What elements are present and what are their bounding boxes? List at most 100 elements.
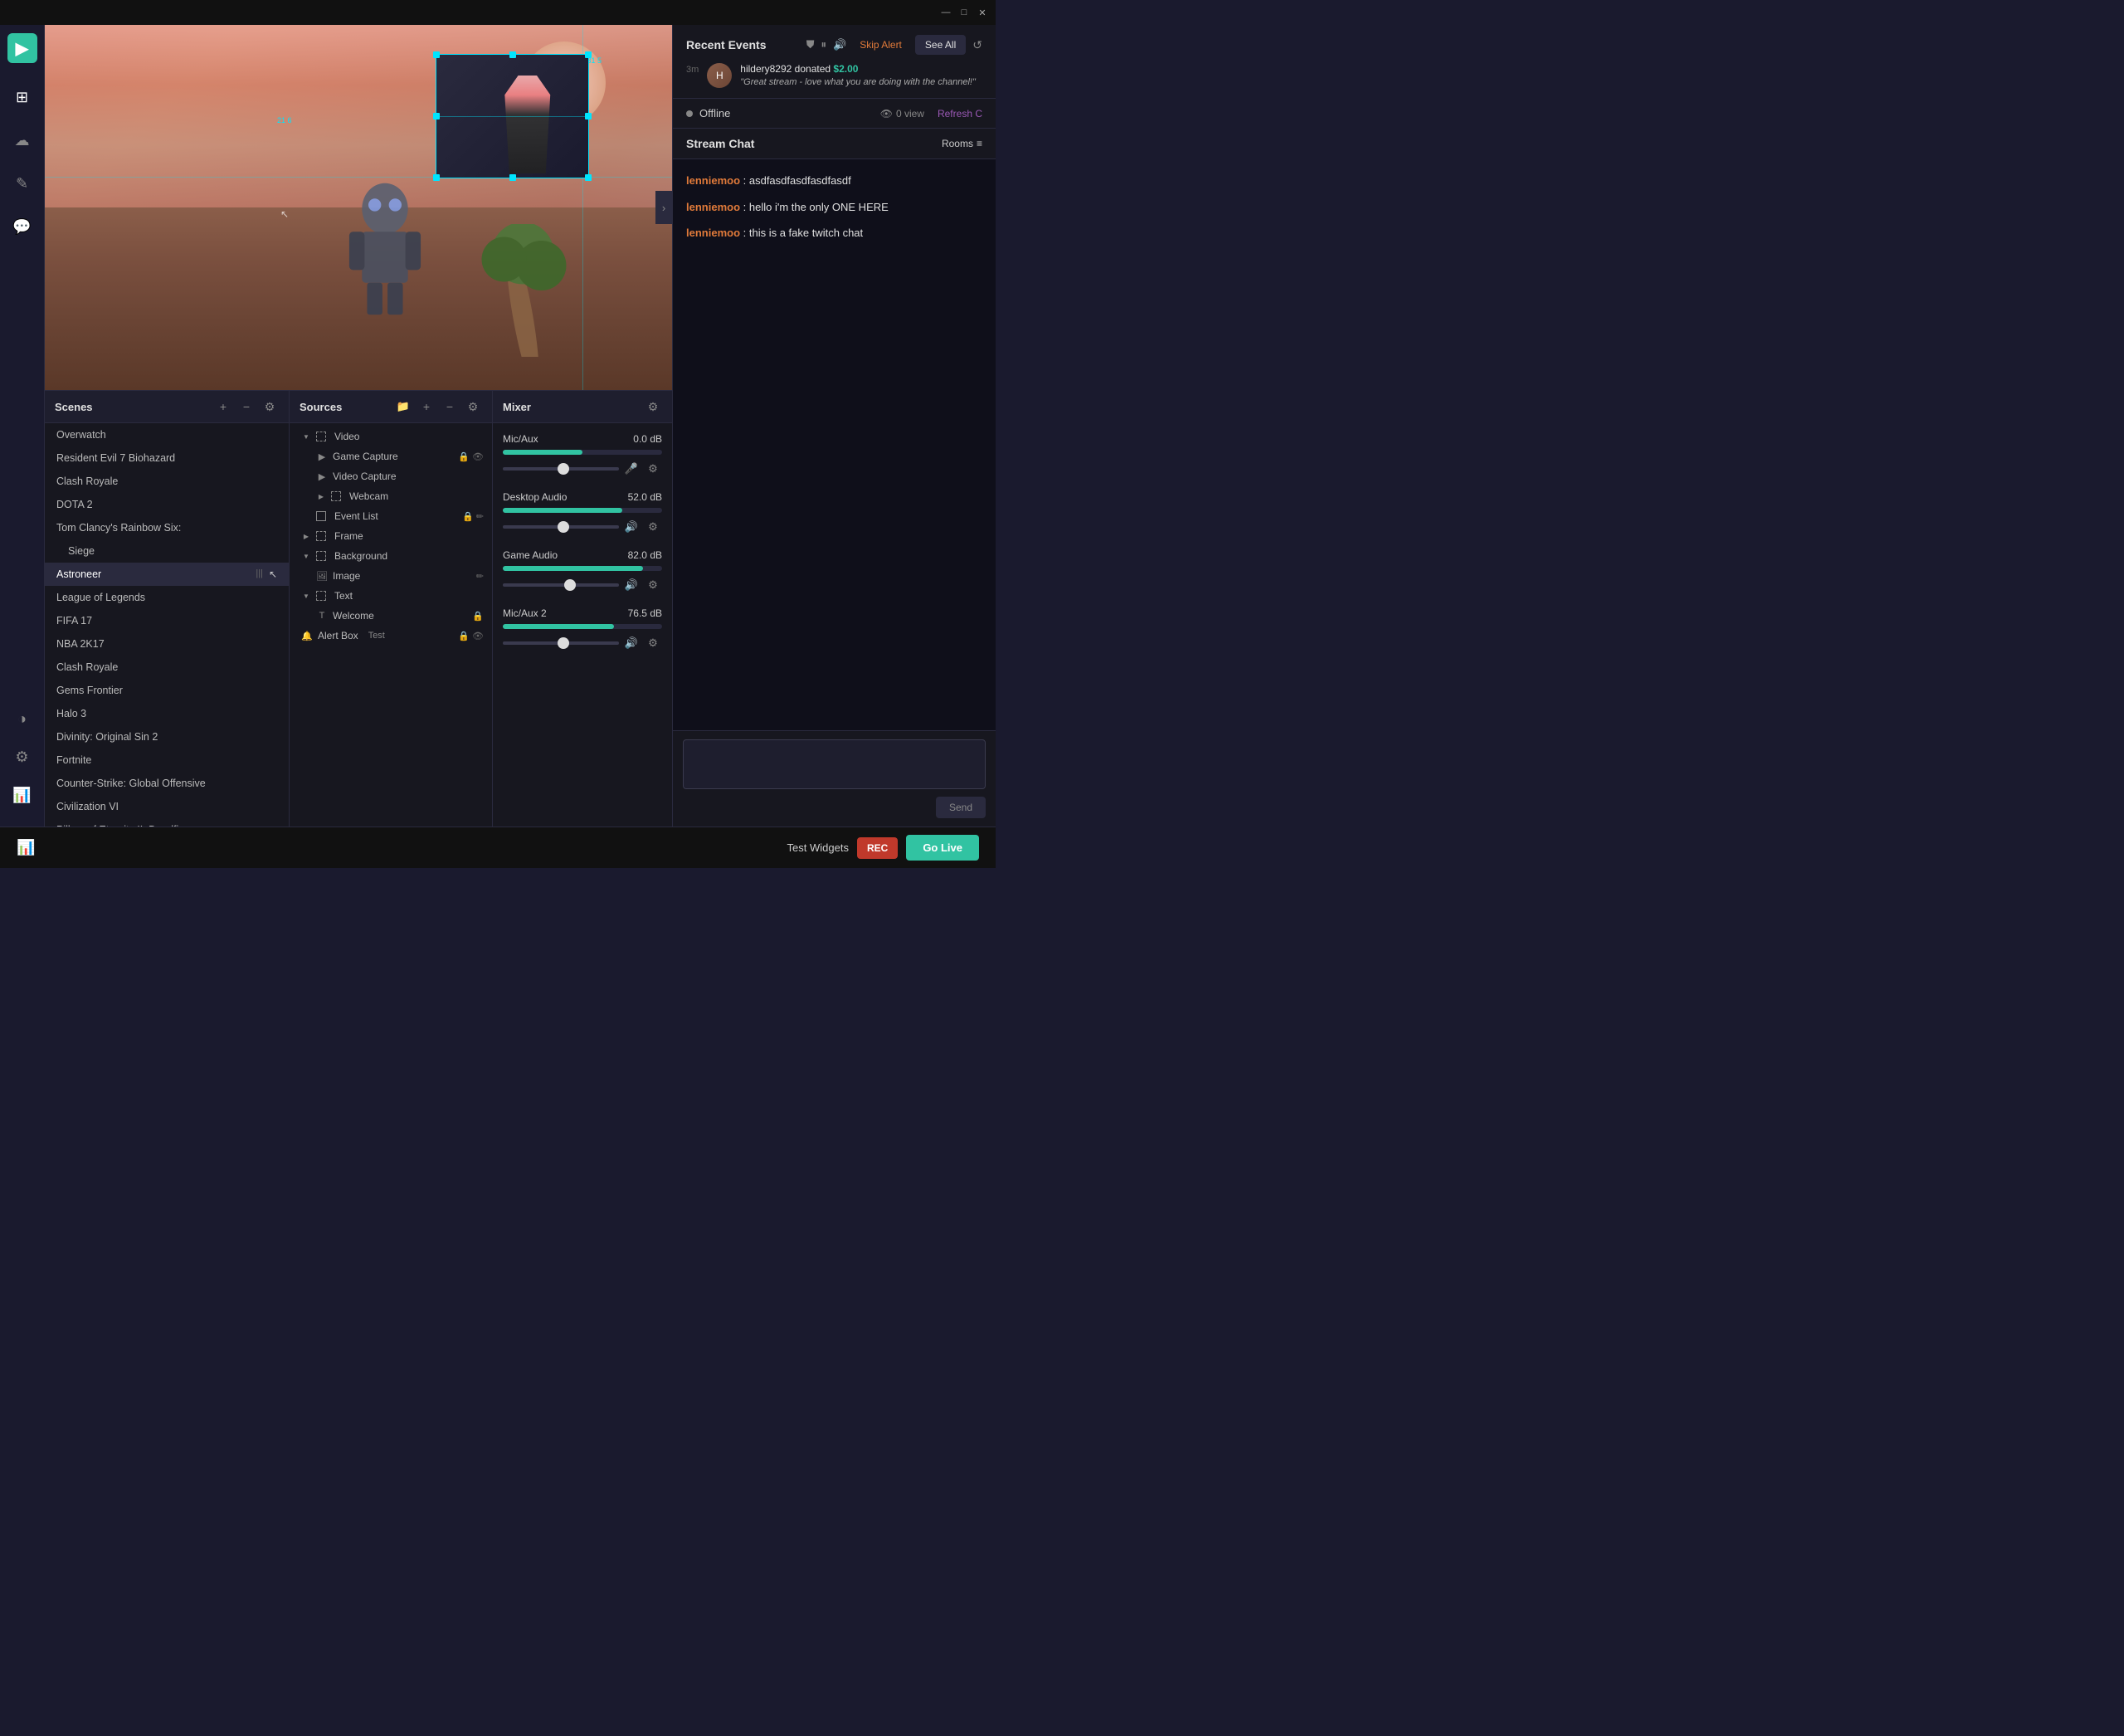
mixer-speaker-icon[interactable]: 🔊 [622,518,641,536]
see-all-button[interactable]: See All [915,35,966,55]
chat-messages: lenniemoo : asdfasdfasdfasdfasdf lenniem… [673,159,996,730]
source-item-text-group[interactable]: ▼ Text [290,586,492,606]
refresh-events-icon[interactable]: ↺ [972,38,982,52]
mixer-slider-thumb[interactable] [564,579,576,591]
skip-alert-button[interactable]: Skip Alert [853,36,909,54]
scene-item[interactable]: Pillars of Eternity II: Deadfire [45,818,289,827]
scene-item[interactable]: Tom Clancy's Rainbow Six: [45,516,289,539]
scenes-remove-button[interactable]: − [237,397,256,416]
mixer-slider-thumb[interactable] [558,637,569,649]
mixer-volume-slider[interactable] [503,467,619,471]
source-item-game-capture[interactable]: ▶ Game Capture 🔒 👁 [290,446,492,466]
mixer-settings-icon[interactable]: ⚙ [644,518,662,536]
sources-add-button[interactable]: + [417,397,436,416]
chat-input[interactable] [683,739,986,789]
handle-mid-left[interactable] [433,113,440,119]
chat-message: lenniemoo : asdfasdfasdfasdfasdf [686,173,982,189]
scene-item-astroneer[interactable]: Astroneer ||| ↖ [45,563,289,586]
mixer-volume-slider[interactable] [503,583,619,587]
handle-bottom-mid[interactable] [509,174,516,181]
sources-folder-button[interactable]: 📁 [394,397,412,416]
mixer-settings-icon[interactable]: ⚙ [644,576,662,594]
source-item-video[interactable]: ▼ Video [290,427,492,446]
source-item-image[interactable]: 🖼 Image ✏ [290,566,492,586]
mixer-volume-slider[interactable] [503,525,619,529]
mixer-item-header: Mic/Aux 2 76.5 dB [503,607,662,619]
go-live-button[interactable]: Go Live [906,835,979,861]
scene-item[interactable]: Clash Royale [45,470,289,493]
chat-message: lenniemoo : hello i'm the only ONE HERE [686,199,982,216]
cloud-nav-icon[interactable]: ☁ [9,127,36,154]
mixer-item-header: Desktop Audio 52.0 dB [503,491,662,503]
scenes-nav-icon[interactable]: ⊞ [9,84,36,110]
minimize-button[interactable]: — [939,6,952,19]
scene-item[interactable]: League of Legends [45,586,289,609]
mixer-speaker-icon[interactable]: 🔊 [622,634,641,652]
scene-item[interactable]: Counter-Strike: Global Offensive [45,772,289,795]
source-item-event-list[interactable]: Event List 🔒 ✏ [290,506,492,526]
mixer-volume-slider[interactable] [503,641,619,645]
scene-item[interactable]: DOTA 2 [45,493,289,516]
source-item-background[interactable]: ▼ Background [290,546,492,566]
scene-item[interactable]: Gems Frontier [45,679,289,702]
scene-item[interactable]: Resident Evil 7 Biohazard [45,446,289,470]
mixer-db-value: 52.0 dB [628,491,662,503]
scenes-add-button[interactable]: + [214,397,232,416]
handle-bottom-right[interactable] [585,174,592,181]
scenes-settings-button[interactable]: ⚙ [261,397,279,416]
scene-item[interactable]: Civilization VI [45,795,289,818]
mixer-settings-icon[interactable]: ⚙ [644,634,662,652]
mixer-speaker-icon[interactable]: 🔊 [622,576,641,594]
app-logo[interactable]: ▶ [7,33,37,63]
chat-username: lenniemoo [686,174,740,187]
source-item-frame[interactable]: ▶ Frame [290,526,492,546]
mixer-item-game: Game Audio 82.0 dB 🔊 ⚙ [493,543,672,601]
mixer-slider-thumb[interactable] [558,463,569,475]
bottom-right: Test Widgets REC Go Live [787,835,979,861]
scene-item[interactable]: Halo 3 [45,702,289,725]
video-icon: ▶ [316,451,328,462]
mute-icon[interactable]: 🔊 [833,38,846,51]
stats-nav-icon[interactable]: 📊 [9,782,36,808]
rec-button[interactable]: REC [857,837,898,859]
mixer-level-bar [503,450,662,455]
webcam-overlay[interactable] [436,54,589,178]
expand-frame-icon: ▶ [301,531,311,541]
refresh-link[interactable]: Refresh C [938,108,982,119]
mixer-settings-button[interactable]: ⚙ [644,397,662,416]
scene-item[interactable]: Fortnite [45,749,289,772]
scene-item[interactable]: Divinity: Original Sin 2 [45,725,289,749]
close-button[interactable]: ✕ [976,6,989,19]
scene-item[interactable]: Siege [45,539,289,563]
scene-item[interactable]: Overwatch [45,423,289,446]
chat-rooms-button[interactable]: Rooms ≡ [942,138,982,149]
pause-icon[interactable]: ⏸ [821,38,827,51]
source-item-welcome[interactable]: T Welcome 🔒 [290,606,492,626]
settings-nav-icon[interactable]: ⚙ [9,744,36,770]
mixer-slider-thumb[interactable] [558,521,569,533]
scene-item[interactable]: Clash Royale [45,656,289,679]
sources-remove-button[interactable]: − [441,397,459,416]
handle-mid-right[interactable] [585,113,592,119]
scene-item[interactable]: FIFA 17 [45,609,289,632]
chat-send-button[interactable]: Send [936,797,986,818]
handle-bottom-left[interactable] [433,174,440,181]
toggle-right-panel[interactable]: › [655,191,672,224]
scene-item[interactable]: NBA 2K17 [45,632,289,656]
handle-top-mid[interactable] [509,51,516,58]
sources-settings-button[interactable]: ⚙ [464,397,482,416]
source-item-alert-box[interactable]: 🔔 Alert Box Test 🔒 👁 [290,626,492,646]
stats-icon[interactable]: 📊 [17,839,35,856]
maximize-button[interactable]: □ [957,6,971,19]
source-item-webcam[interactable]: ▶ Webcam [290,486,492,506]
mixer-mic-icon[interactable]: 🎤 [622,460,641,478]
chat-nav-icon[interactable]: 💬 [9,213,36,240]
mixer-level-bar [503,624,662,629]
bell-icon: 🔔 [301,630,313,641]
handle-top-left[interactable] [433,51,440,58]
source-item-video-capture[interactable]: ▶ Video Capture [290,466,492,486]
mixer-settings-icon[interactable]: ⚙ [644,460,662,478]
toggle-sidebar-icon[interactable]: ◑ [9,705,36,732]
themes-nav-icon[interactable]: ✎ [9,170,36,197]
handle-top-right[interactable] [585,51,592,58]
